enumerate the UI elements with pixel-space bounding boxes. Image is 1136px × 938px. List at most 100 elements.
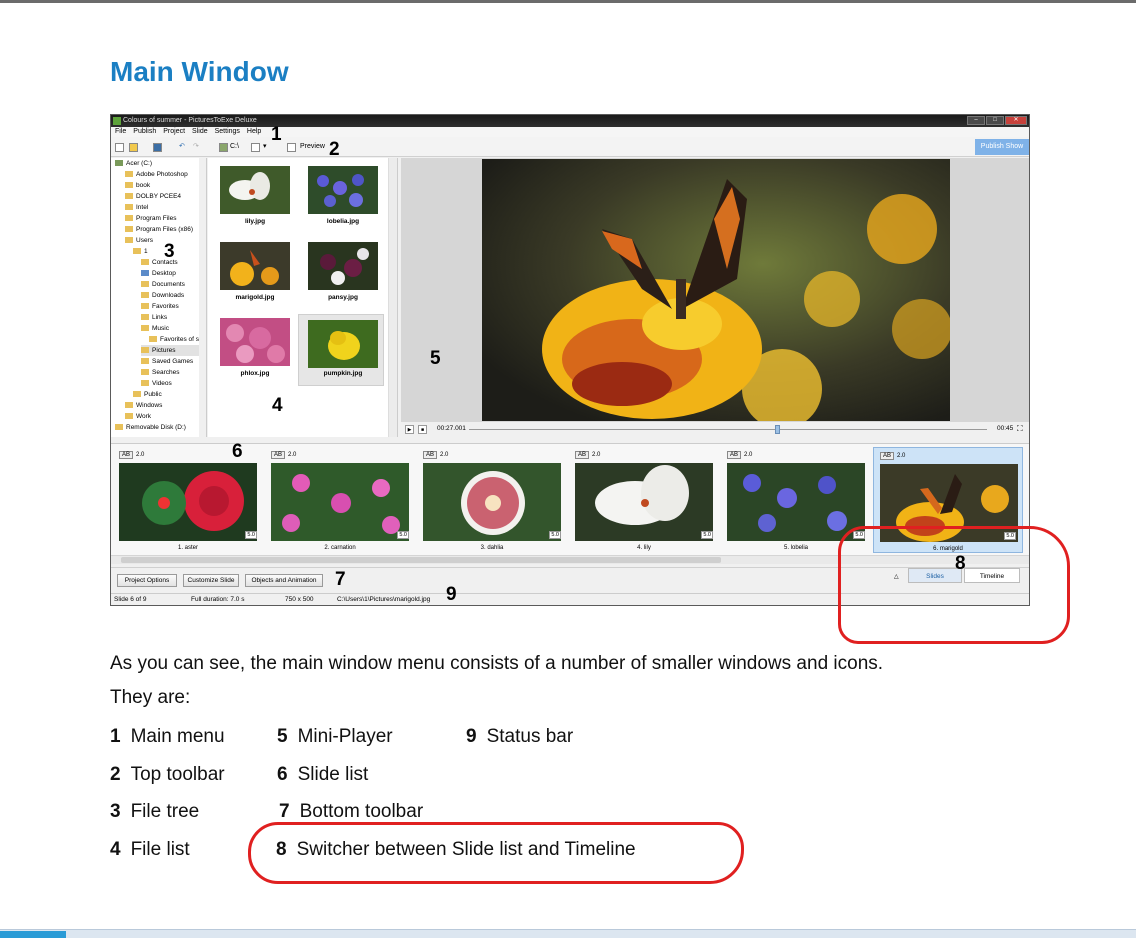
file-label: marigold.jpg [235,294,275,301]
fullscreen-icon[interactable]: ⛶ [1017,424,1023,434]
preview-image [482,159,950,421]
status-duration: Full duration: 7.0 s [191,596,245,603]
file-thumb-pansy[interactable] [308,242,378,290]
publish-show-button[interactable]: Publish Show [975,139,1029,155]
window-controls: – □ ✕ [967,116,1027,125]
slide-item[interactable]: AB 2.0 5.0 4. lily [569,447,719,553]
tree-item[interactable]: Searches [141,367,179,378]
chevron-down-icon[interactable]: ▾ [263,142,267,152]
callout-7: 7 [335,569,346,590]
tree-item[interactable]: Work [125,411,151,422]
status-slide: Slide 6 of 9 [114,596,147,603]
tree-item[interactable]: Intel [125,202,148,213]
tree-item[interactable]: 1 [133,246,148,257]
app-titlebar: Colours of summer - PicturesToExe Deluxe… [111,115,1029,127]
highlight-legend-8 [248,822,744,884]
tree-item-drive[interactable]: Acer (C:) [115,158,152,169]
tree-item[interactable]: Favorites of s [149,334,199,345]
highlight-switcher [838,526,1070,644]
redo-icon[interactable]: ↷ [193,142,199,152]
project-options-button[interactable]: Project Options [117,574,177,587]
callout-9: 9 [446,584,457,605]
mini-player [401,158,1029,422]
tree-item[interactable]: Users [125,235,153,246]
menu-file[interactable]: File [115,127,126,137]
slide-thumb-lobelia [727,463,865,541]
file-thumb-marigold[interactable] [220,242,290,290]
callout-6: 6 [232,441,243,462]
tree-item[interactable]: Adobe Photoshop [125,169,188,180]
file-thumb-lobelia[interactable] [308,166,378,214]
tree-item[interactable]: Windows [125,400,162,411]
main-menu: File Publish Project Slide Settings Help [111,127,1029,137]
intro-paragraph: As you can see, the main window menu con… [110,653,884,674]
page-title: Main Window [110,56,289,87]
tree-item[interactable]: book [125,180,150,191]
seek-handle[interactable] [775,425,780,434]
legend-item: 3 File tree [110,801,200,822]
path-label[interactable]: C:\ [230,142,239,152]
minimize-icon[interactable]: – [967,116,985,125]
tree-item[interactable]: Links [141,312,167,323]
window-title: Colours of summer - PicturesToExe Deluxe [123,117,257,124]
file-thumb-lily[interactable] [220,166,290,214]
tree-scrollbar[interactable] [199,158,206,437]
file-list: lily.jpg lobelia.jpg marigold.jpg pansy.… [208,158,398,437]
menu-slide[interactable]: Slide [192,127,208,137]
tree-item[interactable]: Documents [141,279,185,290]
tree-item[interactable]: Program Files [125,213,176,224]
tree-item[interactable]: Downloads [141,290,184,301]
tree-item[interactable]: Public [133,389,162,400]
legend-item: 9 Status bar [466,726,574,747]
new-project-icon[interactable] [115,143,124,152]
objects-animation-button[interactable]: Objects and Animation [245,574,323,587]
tree-item[interactable]: Saved Games [141,356,193,367]
file-label: pumpkin.jpg [323,370,363,377]
slide-item[interactable]: AB 2.0 5.0 2. carnation [265,447,415,553]
menu-publish[interactable]: Publish [133,127,156,137]
tree-item[interactable]: Program Files (x86) [125,224,193,235]
file-list-scrollbar[interactable] [388,158,397,437]
stop-icon[interactable]: ■ [418,425,427,434]
seek-track[interactable] [469,429,987,430]
menu-project[interactable]: Project [163,127,185,137]
preview-icon[interactable] [287,143,296,152]
player-controls: ▶ ■ 00:27.001 00:45 ⛶ [401,422,1029,437]
play-icon[interactable]: ▶ [405,425,414,434]
status-path: C:\Users\1\Pictures\marigold.jpg [337,596,431,603]
drive-icon [219,143,228,152]
tree-item[interactable]: DOLBY PCEE4 [125,191,181,202]
undo-icon[interactable]: ↶ [179,142,185,152]
file-thumb-phlox[interactable] [220,318,290,366]
time-total: 00:45 [997,425,1014,432]
customize-slide-button[interactable]: Customize Slide [183,574,239,587]
tree-item[interactable]: Removable Disk (D:) [115,422,186,433]
callout-3: 3 [164,241,175,262]
view-mode-icon[interactable] [251,143,260,152]
save-icon[interactable] [153,143,162,152]
callout-1: 1 [271,124,282,145]
close-icon[interactable]: ✕ [1005,116,1027,125]
preview-button[interactable]: Preview [300,142,325,152]
menu-settings[interactable]: Settings [215,127,240,137]
scroll-thumb[interactable] [121,557,721,563]
legend-item: 4 File list [110,839,190,860]
callout-4: 4 [272,395,283,416]
tree-item[interactable]: Videos [141,378,172,389]
open-project-icon[interactable] [129,143,138,152]
intro-paragraph-2: They are: [110,687,191,708]
slide-item[interactable]: AB 2.0 5.0 3. dahlia [417,447,567,553]
file-label: lily.jpg [244,218,266,225]
tree-item-selected[interactable]: Pictures [141,345,199,356]
legend-item: 2 Top toolbar [110,764,225,785]
tree-item[interactable]: Desktop [141,268,176,279]
file-label: lobelia.jpg [326,218,360,225]
tree-item[interactable]: Favorites [141,301,179,312]
legend-item: 1 Main menu [110,726,225,747]
file-thumb-pumpkin[interactable] [308,320,378,368]
top-border [0,0,1136,3]
tree-item[interactable]: Music [141,323,169,334]
menu-help[interactable]: Help [247,127,261,137]
time-current: 00:27.001 [437,425,466,432]
maximize-icon[interactable]: □ [986,116,1004,125]
